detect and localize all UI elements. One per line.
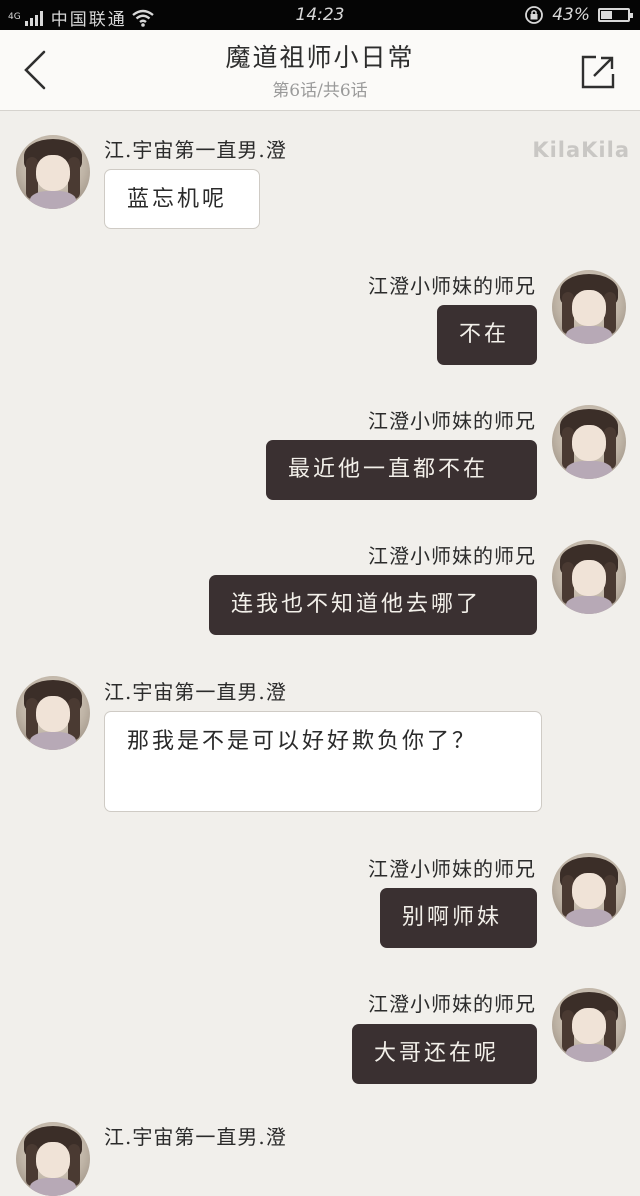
avatar[interactable] <box>552 988 626 1062</box>
avatar[interactable] <box>16 135 90 209</box>
share-icon <box>581 55 615 89</box>
avatar[interactable] <box>552 270 626 344</box>
page-title: 魔道祖师小日常 <box>225 43 415 72</box>
avatar[interactable] <box>552 540 626 614</box>
avatar[interactable] <box>16 1122 90 1196</box>
sender-name: 江澄小师妹的师兄 <box>368 409 536 433</box>
share-button[interactable] <box>578 52 618 92</box>
status-right: 43% <box>524 5 633 25</box>
message-bubble[interactable]: 别啊师妹 <box>380 888 537 948</box>
message-bubble[interactable]: 连我也不知道他去哪了 <box>209 575 537 635</box>
status-bar: 4G 中国联通 14:23 43% <box>0 0 640 30</box>
top-navigation-bar: 魔道祖师小日常 第6话/共6话 <box>0 30 640 111</box>
battery-fill <box>601 11 613 19</box>
message-bubble[interactable]: 最近他一直都不在 <box>266 440 537 500</box>
sender-name: 江.宇宙第一直男.澄 <box>104 138 287 162</box>
avatar[interactable] <box>552 853 626 927</box>
battery-percent: 43% <box>552 5 590 25</box>
battery-icon <box>598 8 633 22</box>
sender-name: 江澄小师妹的师兄 <box>368 857 536 881</box>
sender-name: 江澄小师妹的师兄 <box>368 992 536 1016</box>
kilakila-watermark: KilaKila <box>532 138 630 162</box>
rotation-lock-icon <box>525 6 544 24</box>
sender-name: 江.宇宙第一直男.澄 <box>104 680 287 704</box>
episode-counter: 第6话/共6话 <box>272 81 368 101</box>
sender-name: 江.宇宙第一直男.澄 <box>104 1125 287 1149</box>
message-bubble[interactable]: 那我是不是可以好好欺负你了？ <box>104 711 542 812</box>
sender-name: 江澄小师妹的师兄 <box>368 274 536 298</box>
avatar[interactable] <box>16 676 90 750</box>
sender-name: 江澄小师妹的师兄 <box>368 544 536 568</box>
message-bubble[interactable]: 大哥还在呢 <box>352 1024 537 1084</box>
message-bubble[interactable]: 蓝忘机呢 <box>104 169 260 229</box>
message-bubble[interactable]: 不在 <box>437 305 537 365</box>
avatar[interactable] <box>552 405 626 479</box>
